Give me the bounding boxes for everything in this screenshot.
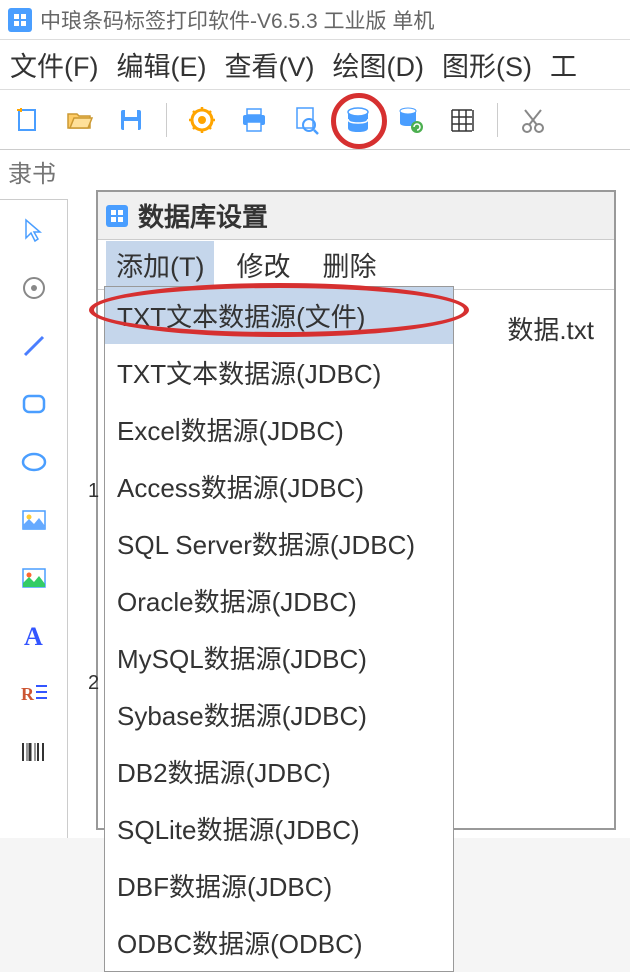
text-tool[interactable]: A	[14, 616, 54, 656]
svg-text:R: R	[21, 684, 35, 704]
dropdown-item-excel[interactable]: Excel数据源(JDBC)	[105, 401, 453, 458]
cut-button[interactable]	[514, 101, 552, 139]
image-tool[interactable]	[14, 500, 54, 540]
data-filename: 数据.txt	[507, 310, 594, 347]
menu-draw[interactable]: 绘图(D)	[326, 43, 429, 86]
barcode-tool[interactable]	[14, 732, 54, 772]
database-refresh-button[interactable]	[391, 101, 429, 139]
dropdown-item-sqlite[interactable]: SQLite数据源(JDBC)	[105, 800, 453, 857]
menu-tools-partial[interactable]: 工	[544, 43, 583, 86]
target-tool[interactable]	[14, 268, 54, 308]
dropdown-item-access[interactable]: Access数据源(JDBC)	[105, 458, 453, 515]
datasource-dropdown: TXT文本数据源(文件) TXT文本数据源(JDBC) Excel数据源(JDB…	[104, 286, 454, 972]
database-button[interactable]	[339, 101, 377, 139]
dialog-title: 数据库设置	[138, 197, 268, 234]
dialog-menubar: 添加(T) 修改 删除	[98, 240, 614, 290]
menu-shape[interactable]: 图形(S)	[436, 43, 538, 86]
menu-edit[interactable]: 编辑(E)	[110, 43, 212, 86]
ruler-mark-1: 1	[88, 480, 99, 503]
ruler-mark-2: 2	[88, 672, 99, 695]
menu-view[interactable]: 查看(V)	[218, 43, 320, 86]
dropdown-item-mysql[interactable]: MySQL数据源(JDBC)	[105, 629, 453, 686]
dropdown-item-oracle[interactable]: Oracle数据源(JDBC)	[105, 572, 453, 629]
toolbar-separator	[166, 103, 167, 137]
line-tool[interactable]	[14, 326, 54, 366]
dropdown-item-label: TXT文本数据源(文件)	[117, 302, 365, 332]
dropdown-item-txt-file[interactable]: TXT文本数据源(文件)	[105, 287, 453, 344]
app-title: 中琅条码标签打印软件-V6.5.3 工业版 单机	[40, 5, 434, 35]
toolbar-separator-2	[497, 103, 498, 137]
dropdown-item-dbf[interactable]: DBF数据源(JDBC)	[105, 857, 453, 914]
app-icon	[8, 8, 32, 32]
dialog-menu-add[interactable]: 添加(T)	[106, 241, 214, 288]
menubar: 文件(F) 编辑(E) 查看(V) 绘图(D) 图形(S) 工	[0, 40, 630, 90]
dropdown-item-db2[interactable]: DB2数据源(JDBC)	[105, 743, 453, 800]
tool-palette: A R	[0, 150, 68, 838]
pointer-tool[interactable]	[14, 210, 54, 250]
dropdown-item-sybase[interactable]: Sybase数据源(JDBC)	[105, 686, 453, 743]
new-button[interactable]	[8, 101, 46, 139]
richtext-tool[interactable]: R	[14, 674, 54, 714]
menu-file[interactable]: 文件(F)	[4, 43, 104, 86]
dialog-menu-delete[interactable]: 删除	[312, 241, 386, 288]
settings-button[interactable]	[183, 101, 221, 139]
toolbar	[0, 90, 630, 150]
svg-text:A: A	[24, 622, 43, 651]
dropdown-item-odbc[interactable]: ODBC数据源(ODBC)	[105, 914, 453, 971]
rounded-rect-tool[interactable]	[14, 384, 54, 424]
preview-button[interactable]	[287, 101, 325, 139]
image-color-tool[interactable]	[14, 558, 54, 598]
save-button[interactable]	[112, 101, 150, 139]
dialog-menu-modify[interactable]: 修改	[226, 241, 300, 288]
grid-button[interactable]	[443, 101, 481, 139]
open-button[interactable]	[60, 101, 98, 139]
dialog-titlebar[interactable]: 数据库设置	[98, 192, 614, 240]
ellipse-tool[interactable]	[14, 442, 54, 482]
titlebar: 中琅条码标签打印软件-V6.5.3 工业版 单机	[0, 0, 630, 40]
dialog-icon	[106, 205, 128, 227]
dropdown-item-sqlserver[interactable]: SQL Server数据源(JDBC)	[105, 515, 453, 572]
dropdown-item-txt-jdbc[interactable]: TXT文本数据源(JDBC)	[105, 344, 453, 401]
print-button[interactable]	[235, 101, 273, 139]
